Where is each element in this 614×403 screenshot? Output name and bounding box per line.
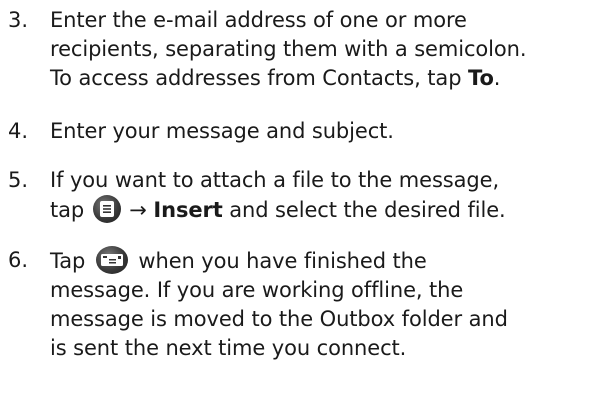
step-line: Tap when you have finished the: [50, 246, 614, 276]
step-line: To access addresses from Contacts, tap T…: [50, 64, 614, 93]
step-number: 6.: [8, 248, 29, 272]
step-text: Enter your message and subject.: [50, 117, 614, 146]
step-text: Tap when you have finished the message. …: [50, 246, 614, 363]
step-line-suffix: and select the desired file.: [222, 198, 506, 222]
step-line-prefix: Tap: [50, 249, 92, 273]
step-number: 3.: [8, 8, 29, 32]
step-line: message. If you are working offline, the: [50, 278, 464, 302]
step-line: recipients, separating them with a semic…: [50, 37, 527, 61]
send-mail-icon: [95, 246, 128, 274]
step-line: tap → Insert and select the desired file…: [50, 195, 614, 225]
step-line: message is moved to the Outbox folder an…: [50, 307, 508, 331]
arrow-icon: →: [129, 198, 147, 222]
step-line-prefix: To access addresses from Contacts, tap: [50, 66, 469, 90]
step-number: 4.: [8, 119, 29, 143]
step-line-suffix: .: [493, 66, 501, 90]
step-number: 5.: [8, 168, 29, 192]
step-line: is sent the next time you connect.: [50, 336, 407, 360]
step-text: Enter the e-mail address of one or more …: [50, 6, 614, 93]
insert-option-label: Insert: [153, 198, 223, 222]
step-line-suffix: when you have finished the: [131, 249, 427, 273]
step-line: Enter the e-mail address of one or more: [50, 8, 467, 32]
step-line: If you want to attach a file to the mess…: [50, 168, 500, 192]
to-button-label: To: [468, 66, 494, 90]
step-text: If you want to attach a file to the mess…: [50, 166, 614, 225]
menu-icon: [92, 195, 121, 223]
step-line-prefix: tap: [50, 198, 91, 222]
step-line: Enter your message and subject.: [50, 119, 394, 143]
